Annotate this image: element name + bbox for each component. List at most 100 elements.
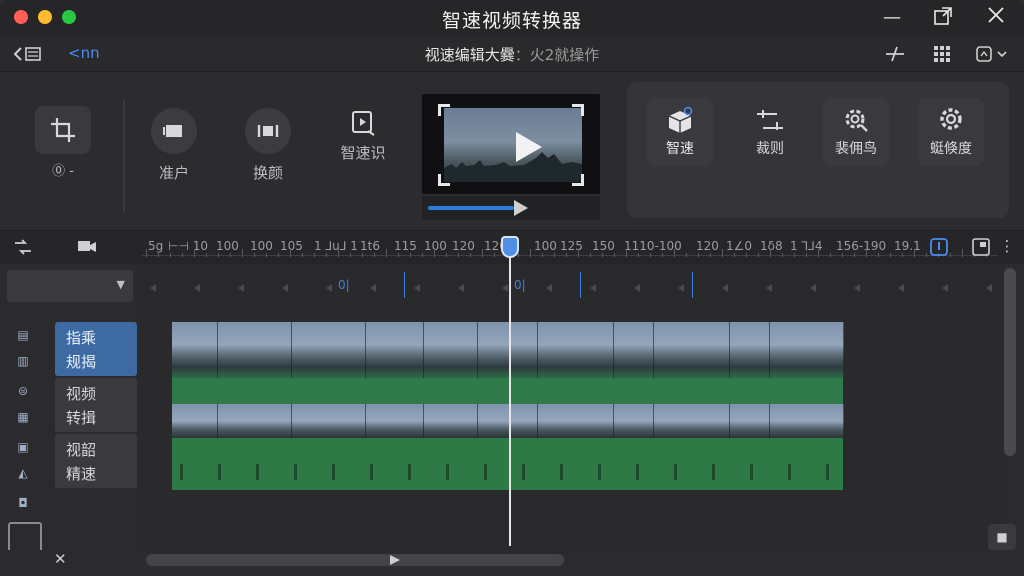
crop-tool[interactable]: ⓪ - (34, 106, 92, 179)
preview-thumbnail (444, 108, 582, 182)
grid-icon[interactable] (931, 44, 953, 64)
ruler-tick (458, 253, 459, 257)
marker-icon[interactable] (928, 237, 950, 257)
panel-item-trim[interactable]: 裁则 (737, 98, 803, 166)
ruler-tick (650, 253, 651, 257)
audio-marker (636, 464, 639, 480)
close-icon[interactable] (984, 6, 1008, 30)
playhead-handle[interactable] (501, 236, 519, 258)
track-label-2[interactable]: 视频 转揖 (55, 378, 137, 432)
media-icon[interactable] (76, 237, 98, 257)
document-title: 视速编辑大爨：火2就操作 (0, 44, 1024, 65)
ruler-tick-label: 5g (148, 239, 164, 253)
ruler-tick (410, 253, 411, 257)
title-bar: 智速视频转换器 — (0, 0, 1024, 36)
close-panel-icon[interactable]: ✕ (54, 550, 67, 568)
ruler-baseline (142, 255, 998, 256)
tool-item-camera[interactable]: 准户 (151, 108, 197, 183)
trim-icon: 裁则 (737, 98, 803, 166)
ruler-tick (866, 249, 867, 257)
ruler-tick (518, 253, 519, 257)
track-filter-dropdown[interactable]: ▼ (7, 270, 133, 302)
track-label-3[interactable]: 视韶 精速 (55, 434, 137, 488)
video-track-icon[interactable]: ▤ (13, 328, 33, 346)
ruler-tick-label: 125 (560, 239, 583, 253)
time-ruler[interactable]: 5g⊢⊣ 101001001051 ⅃u⅃ 11t611510012012001… (142, 231, 998, 265)
sub-ruler-arrow (678, 284, 684, 292)
lock-corner-icon[interactable]: ■ (988, 524, 1016, 550)
scroll-right-icon[interactable] (390, 555, 400, 565)
tools-row: ⓪ - 准户 换颜 智速识 智速 裁则 裴佣鸟 蜓倏度 (0, 72, 1024, 228)
ruler-tick (446, 253, 447, 257)
tool-item-swap[interactable]: 换颜 (245, 108, 291, 183)
play-icon[interactable] (516, 132, 542, 162)
bell-icon[interactable]: ◭ (13, 466, 33, 484)
stack-icon[interactable]: ▦ (13, 410, 33, 428)
ruler-tick (758, 253, 759, 257)
export-menu-icon[interactable] (974, 44, 1010, 64)
ruler-tick (422, 253, 423, 257)
track-label-1[interactable]: 指乘 规揭 (55, 322, 137, 376)
video-clip-main[interactable] (172, 322, 844, 378)
crop-corner-tr[interactable] (572, 104, 584, 116)
fit-icon[interactable] (970, 237, 992, 257)
audio-marker (484, 464, 487, 480)
sub-ruler-arrow (942, 284, 948, 292)
clip-frame (478, 404, 538, 438)
clip-frame (654, 322, 730, 378)
preview-progress-bar[interactable] (422, 196, 600, 220)
ruler-tick (914, 249, 915, 257)
panel-label: 裁则 (756, 141, 784, 157)
tool-item-smart-recognize[interactable]: 智速识 (334, 108, 392, 163)
layer-icon[interactable]: ▥ (13, 354, 33, 372)
filter-icon[interactable]: ▣ (13, 440, 33, 458)
clip-frame (770, 322, 844, 378)
video-clip-secondary[interactable] (172, 404, 844, 438)
clip-frame (366, 322, 424, 378)
horizontal-scrollbar[interactable] (146, 554, 564, 566)
panel-item-settings[interactable]: 蜓倏度 (918, 98, 984, 166)
crop-corner-br[interactable] (572, 174, 584, 186)
video-preview[interactable] (422, 94, 600, 194)
minimize-icon[interactable]: — (880, 6, 904, 30)
clip-frame (538, 404, 614, 438)
audio-marker (750, 464, 753, 480)
vertical-scrollbar[interactable] (1004, 268, 1016, 456)
clip-frame (614, 404, 654, 438)
ruler-tick (278, 253, 279, 257)
ruler-tick (566, 253, 567, 257)
tool-label: 智速识 (340, 144, 386, 162)
smart-recognize-icon (348, 108, 378, 138)
ruler-tick (722, 249, 723, 257)
sub-ruler-line (692, 272, 693, 298)
maximize-icon[interactable] (931, 6, 955, 30)
panel-item-gear-search[interactable]: 裴佣鸟 (823, 98, 889, 166)
crop-corner-bl[interactable] (438, 174, 450, 186)
ruler-tick (338, 249, 339, 257)
audio-clip-2[interactable] (172, 438, 843, 490)
audio-icon[interactable]: ⊜ (13, 384, 33, 402)
ruler-tick (614, 253, 615, 257)
snap-icon[interactable] (12, 237, 34, 257)
ruler-tick-label: 1∠0 (726, 239, 753, 253)
preview-progress-handle[interactable] (514, 200, 528, 216)
ruler-tick (266, 253, 267, 257)
track-label-line: 转揖 (66, 409, 97, 427)
audio-marker (180, 464, 183, 480)
clip-frame (218, 404, 292, 438)
audio-marker (598, 464, 601, 480)
sub-ruler-arrow (414, 284, 420, 292)
crop-corner-tl[interactable] (438, 104, 450, 116)
more-icon[interactable]: ⋮ (998, 237, 1016, 257)
gear-search-icon: 裴佣鸟 (823, 98, 889, 166)
ruler-tick (494, 253, 495, 257)
audio-clip-1[interactable] (172, 378, 843, 404)
audio-marker (560, 464, 563, 480)
ruler-tick (794, 253, 795, 257)
split-icon[interactable] (884, 44, 906, 64)
panel-item-smart[interactable]: 智速 (647, 98, 713, 166)
playhead-line[interactable] (509, 240, 511, 546)
tools-divider (123, 100, 125, 212)
lock-icon[interactable]: ◘ (13, 496, 33, 514)
add-track-icon[interactable] (8, 522, 42, 550)
